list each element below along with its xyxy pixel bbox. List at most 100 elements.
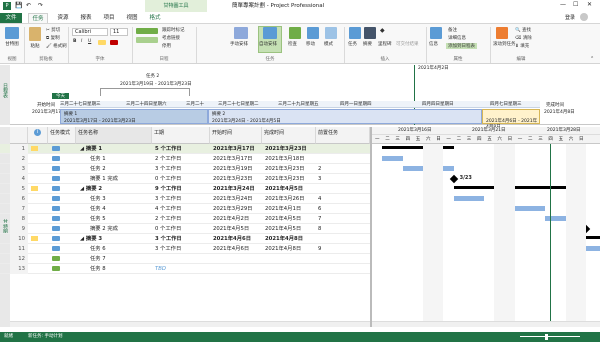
italic-button[interactable]: I [81,39,82,44]
row-number[interactable]: 2 [10,154,28,164]
start-cell[interactable] [213,264,262,274]
format-painter-button[interactable]: 🖌 格式刷 [46,43,67,49]
duration-cell[interactable]: 2 个工作日 [155,154,210,164]
bold-button[interactable]: B [73,39,76,44]
task-name-cell[interactable]: 任务 3 [90,194,152,204]
indent-icons[interactable] [136,37,158,43]
tab-file[interactable]: 文件 [0,13,22,23]
maximize-icon[interactable]: ☐ [573,1,578,8]
finish-cell[interactable]: 2021年3月23日 [265,174,316,184]
row-number[interactable]: 6 [10,194,28,204]
predecessors-cell[interactable]: 3 [318,174,368,184]
note-indicator-icon[interactable] [31,236,38,241]
tab-format[interactable]: 格式 [145,13,165,23]
start-cell[interactable]: 2021年3月17日 [213,144,262,154]
save-icon[interactable]: 💾 [15,2,22,9]
duration-cell[interactable]: 0 个工作日 [155,224,210,234]
task-bar[interactable] [586,246,600,251]
table-row[interactable]: 11 任务 63 个工作日 2021年4月6日 2021年4月8日 9 [0,244,370,254]
row-number[interactable]: 5 [10,184,28,194]
finish-cell[interactable]: 2021年4月8日 [265,234,316,244]
predecessors-cell[interactable] [318,144,368,154]
finish-cell[interactable]: 2021年4月5日 [265,224,316,234]
task-name-cell[interactable]: 摘要 1 完成 [90,174,152,184]
row-number[interactable]: 9 [10,224,28,234]
move-button[interactable]: 移动 [306,41,315,47]
start-cell[interactable]: 2021年3月23日 [213,174,262,184]
name-column-header[interactable]: 任务名称 [76,127,152,144]
finish-cell[interactable]: 2021年4月1日 [265,204,316,214]
clear-button[interactable]: ⌫ 清除 [515,35,532,41]
fill-button[interactable]: ⬇ 填充 [515,43,529,49]
duration-cell[interactable]: 3 个工作日 [155,194,210,204]
timeline-bar-summary-3[interactable]: 2021年4月6日 - 2021年4月8日 [482,109,540,130]
predecessors-cell[interactable] [318,154,368,164]
redo-icon[interactable]: ↷ [38,2,43,9]
summary-bar[interactable] [586,236,600,239]
details-button[interactable]: 详细信息 [448,35,466,41]
find-button[interactable]: 🔍 查找 [515,27,531,33]
task-name-cell[interactable]: 任务 8 [90,264,152,274]
summary-button[interactable]: 摘要 [363,41,372,47]
table-row[interactable]: 5 ◢ 摘要 29 个工作日 2021年3月24日 2021年4月5日 [0,184,370,194]
new-tasks-mode[interactable]: 新任务: 手动计划 [28,332,62,342]
finish-cell[interactable]: 2021年4月5日 [265,214,316,224]
tab-resource[interactable]: 资源 [53,13,73,23]
task-name-cell[interactable]: ◢ 摘要 1 [80,144,152,154]
predecessors-cell[interactable] [318,264,368,274]
row-number[interactable]: 8 [10,214,28,224]
copy-button[interactable]: ⧉ 复制 [46,35,60,41]
duration-cell[interactable] [155,254,210,264]
duration-cell[interactable]: 4 个工作日 [155,204,210,214]
manual-schedule-button[interactable]: 手动安排 [230,41,248,47]
row-number[interactable]: 7 [10,204,28,214]
predecessors-cell[interactable] [318,184,368,194]
start-cell[interactable]: 2021年3月24日 [213,184,262,194]
task-bar[interactable] [453,196,485,201]
finish-column-header[interactable]: 完成时间 [262,127,316,144]
finish-cell[interactable]: 2021年3月26日 [265,194,316,204]
predecessors-cell[interactable]: 8 [318,224,368,234]
gantt-chart-button[interactable]: 甘特图 [1,41,23,47]
mode-button[interactable]: 模式 [324,41,333,47]
table-row[interactable]: 13 任务 8 TBD [0,264,370,274]
mode-column-header[interactable]: 任务模式 [48,127,76,144]
inactivate-button[interactable]: 停用 [162,43,171,49]
start-cell[interactable]: 2021年4月5日 [213,224,262,234]
timeline-bar-summary-2[interactable]: 摘要 2 2021年3月24日 - 2021年4月5日 [208,109,482,124]
task-name-cell[interactable]: 任务 7 [90,254,152,264]
row-number[interactable]: 13 [10,264,28,274]
start-cell[interactable]: 2021年3月17日 [213,154,262,164]
finish-cell[interactable]: 2021年4月5日 [265,184,316,194]
font-size-select[interactable]: 11 [110,28,128,36]
row-number[interactable]: 12 [10,254,28,264]
mark-on-track-button[interactable]: 跟踪时标记 [162,27,185,33]
row-header-corner[interactable] [10,127,28,144]
scroll-to-task-button[interactable]: 滚动到任务 [493,41,516,47]
table-row[interactable]: 1 ◢ 摘要 15 个工作日 2021年3月17日 2021年3月23日 [0,144,370,154]
respect-links-button[interactable]: 考虑链接 [162,35,180,41]
highlight-icon[interactable] [98,40,106,45]
start-cell[interactable] [213,254,262,264]
table-row[interactable]: 4 摘要 1 完成 0 个工作日 2021年3月23日 2021年3月23日 3 [0,174,370,184]
insert-task-button[interactable]: 任务 [348,41,357,47]
duration-cell[interactable]: 5 个工作日 [155,144,210,154]
percent-complete-icons[interactable] [136,28,158,34]
predecessors-cell[interactable]: 9 [318,244,368,254]
tab-report[interactable]: 报表 [76,13,96,23]
zoom-slider-thumb[interactable] [545,334,548,340]
duration-cell[interactable]: 3 个工作日 [155,244,210,254]
predecessors-cell[interactable]: 4 [318,194,368,204]
inspect-button[interactable]: 检查 [288,41,297,47]
user-sign-in[interactable]: 登录 [565,14,575,21]
table-row[interactable]: 9 摘要 2 完成 0 个工作日 2021年4月5日 2021年4月5日 8 [0,224,370,234]
finish-cell[interactable] [265,264,316,274]
predecessors-cell[interactable] [318,254,368,264]
start-cell[interactable]: 2021年3月24日 [213,194,262,204]
collapse-ribbon-icon[interactable]: ⌃ [590,56,594,62]
row-number[interactable]: 4 [10,174,28,184]
tab-view[interactable]: 视图 [122,13,142,23]
row-number[interactable]: 11 [10,244,28,254]
tab-project[interactable]: 项目 [99,13,119,23]
predecessors-cell[interactable]: 6 [318,204,368,214]
